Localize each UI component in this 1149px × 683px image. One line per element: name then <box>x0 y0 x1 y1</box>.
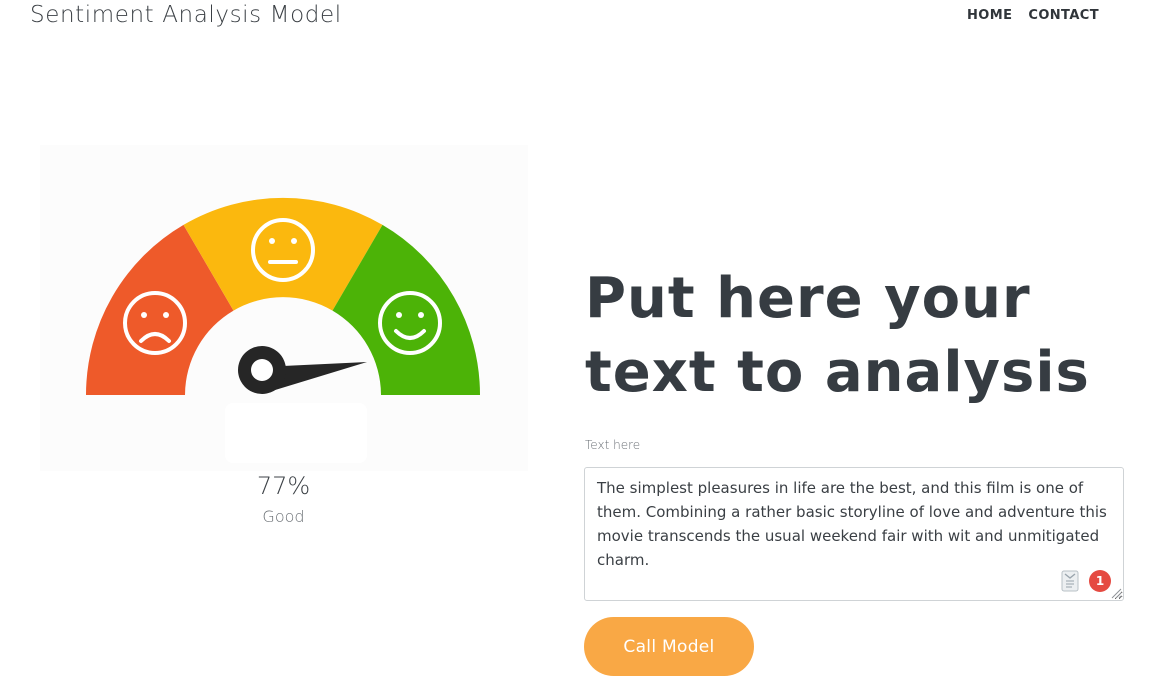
sentiment-percent: 77% <box>256 472 311 500</box>
sentiment-label: Good <box>262 507 305 526</box>
gauge-needle <box>238 346 367 394</box>
site-title[interactable]: Sentiment Analysis Model <box>30 2 342 28</box>
grammar-error-badge[interactable]: 1 <box>1089 570 1111 592</box>
text-input[interactable]: The simplest pleasures in life are the b… <box>584 467 1124 601</box>
call-model-button[interactable]: Call Model <box>584 617 754 676</box>
page-headline: Put here your text to analysis <box>585 266 1090 405</box>
text-field-label: Text here <box>585 438 641 452</box>
sentiment-gauge <box>40 145 528 471</box>
nav-contact-link[interactable]: CONTACT <box>1028 8 1099 23</box>
resize-grip-icon[interactable] <box>1111 588 1122 599</box>
top-nav: HOME CONTACT <box>967 8 1099 23</box>
grammar-extension-icon[interactable] <box>1060 570 1080 592</box>
nav-home-link[interactable]: HOME <box>967 8 1012 23</box>
